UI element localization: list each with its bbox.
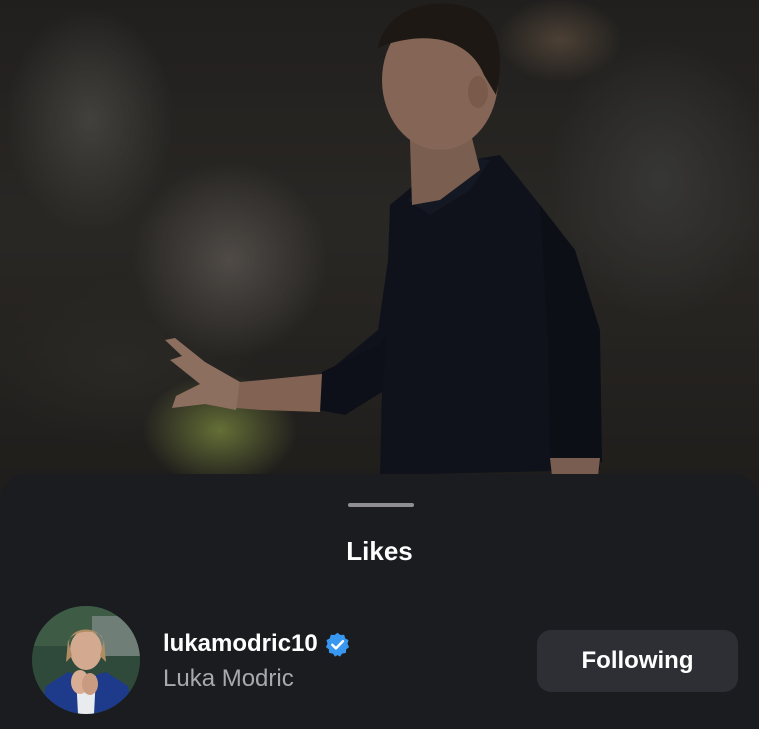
verified-badge-icon [324,631,351,658]
username[interactable]: lukamodric10 [163,630,318,658]
sheet-title: Likes [346,536,413,566]
sheet-grabber[interactable] [348,503,414,507]
full-name: Luka Modric [163,665,294,692]
avatar[interactable] [32,606,140,714]
username-line[interactable]: lukamodric10 [163,627,351,661]
screen: Likes lukamodric10 Luka Modric Following [0,0,759,729]
following-button[interactable]: Following [537,630,738,692]
avatar-photo [32,606,140,714]
post-image [0,0,759,500]
image-dim-overlay [0,0,759,500]
likes-sheet: Likes lukamodric10 Luka Modric Following [0,474,759,729]
like-row[interactable]: lukamodric10 Luka Modric Following [0,604,759,716]
